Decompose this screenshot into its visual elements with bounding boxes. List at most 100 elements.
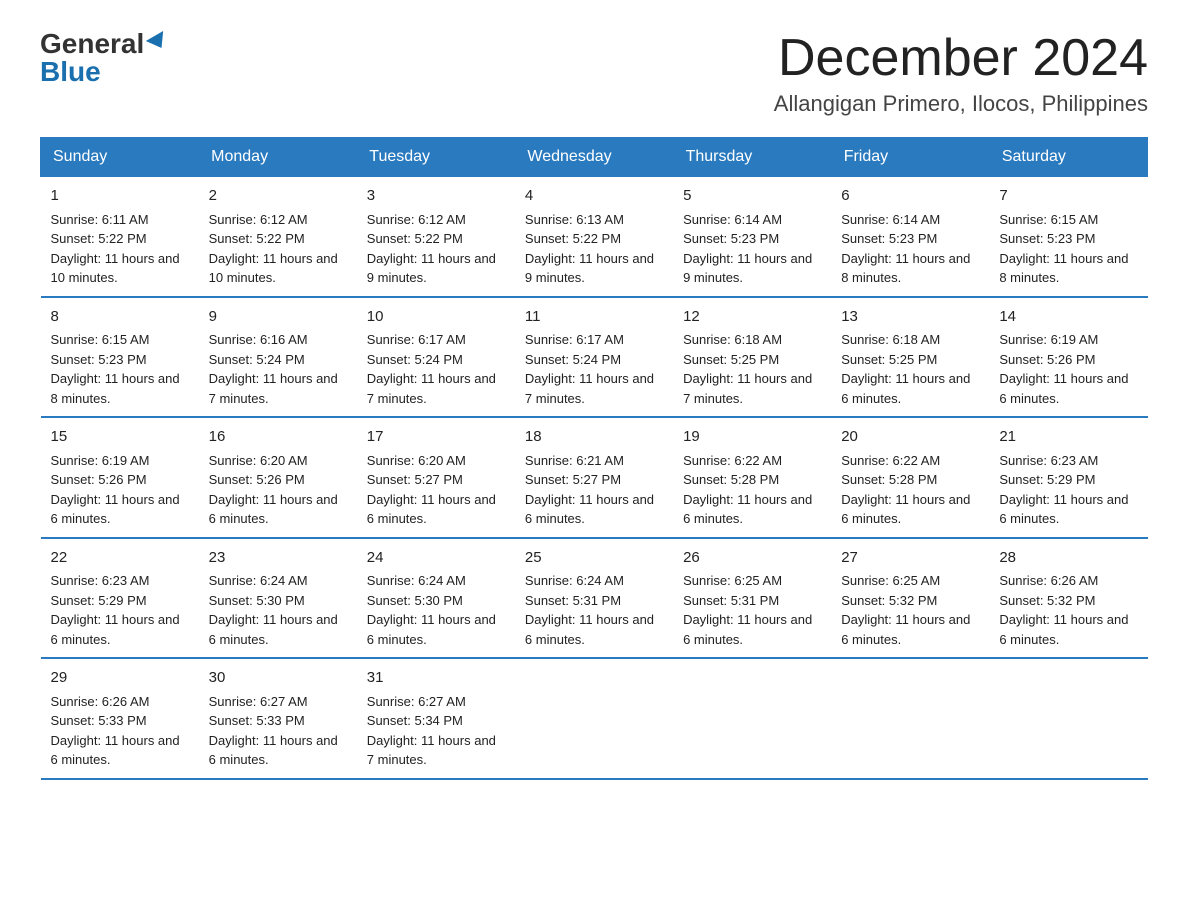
calendar-cell: 31 Sunrise: 6:27 AMSunset: 5:34 PMDayligh… [357, 658, 515, 779]
day-info: Sunrise: 6:16 AMSunset: 5:24 PMDaylight:… [209, 332, 338, 406]
calendar-cell: 19 Sunrise: 6:22 AMSunset: 5:28 PMDayligh… [673, 417, 831, 538]
calendar-cell: 22 Sunrise: 6:23 AMSunset: 5:29 PMDayligh… [41, 538, 199, 659]
calendar-cell: 11Sunrise: 6:17 AMSunset: 5:24 PMDayligh… [515, 297, 673, 418]
day-number: 22 [51, 547, 189, 570]
day-number: 26 [683, 547, 821, 570]
calendar-cell: 27 Sunrise: 6:25 AMSunset: 5:32 PMDayligh… [831, 538, 989, 659]
day-number: 8 [51, 306, 189, 329]
day-info: Sunrise: 6:26 AMSunset: 5:32 PMDaylight:… [999, 573, 1128, 647]
day-info: Sunrise: 6:25 AMSunset: 5:31 PMDaylight:… [683, 573, 812, 647]
day-info: Sunrise: 6:18 AMSunset: 5:25 PMDaylight:… [841, 332, 970, 406]
calendar-cell: 6Sunrise: 6:14 AMSunset: 5:23 PMDaylight… [831, 177, 989, 297]
calendar-cell: 15 Sunrise: 6:19 AMSunset: 5:26 PMDayligh… [41, 417, 199, 538]
day-number: 3 [367, 185, 505, 208]
calendar-cell: 29Sunrise: 6:26 AMSunset: 5:33 PMDayligh… [41, 658, 199, 779]
day-info: Sunrise: 6:20 AMSunset: 5:27 PMDaylight:… [367, 453, 496, 527]
calendar-cell: 4 Sunrise: 6:13 AMSunset: 5:22 PMDaylight… [515, 177, 673, 297]
title-block: December 2024 Allangigan Primero, Ilocos… [774, 30, 1148, 117]
calendar-cell: 25 Sunrise: 6:24 AMSunset: 5:31 PMDayligh… [515, 538, 673, 659]
day-info: Sunrise: 6:22 AMSunset: 5:28 PMDaylight:… [841, 453, 970, 527]
header-tuesday: Tuesday [357, 138, 515, 177]
day-info: Sunrise: 6:20 AMSunset: 5:26 PMDaylight:… [209, 453, 338, 527]
header-thursday: Thursday [673, 138, 831, 177]
calendar-cell: 28 Sunrise: 6:26 AMSunset: 5:32 PMDayligh… [989, 538, 1147, 659]
calendar-cell: 1 Sunrise: 6:11 AMSunset: 5:22 PMDaylight… [41, 177, 199, 297]
day-number: 18 [525, 426, 663, 449]
calendar-cell: 26 Sunrise: 6:25 AMSunset: 5:31 PMDayligh… [673, 538, 831, 659]
day-info: Sunrise: 6:13 AMSunset: 5:22 PMDaylight:… [525, 212, 654, 286]
logo-triangle-icon [146, 31, 170, 53]
day-number: 25 [525, 547, 663, 570]
day-number: 12 [683, 306, 821, 329]
day-number: 30 [209, 667, 347, 690]
calendar-cell: 30 Sunrise: 6:27 AMSunset: 5:33 PMDayligh… [199, 658, 357, 779]
calendar-week-row: 22 Sunrise: 6:23 AMSunset: 5:29 PMDayligh… [41, 538, 1148, 659]
day-info: Sunrise: 6:19 AMSunset: 5:26 PMDaylight:… [51, 453, 180, 527]
calendar-cell: 17 Sunrise: 6:20 AMSunset: 5:27 PMDayligh… [357, 417, 515, 538]
day-info: Sunrise: 6:25 AMSunset: 5:32 PMDaylight:… [841, 573, 970, 647]
day-number: 23 [209, 547, 347, 570]
day-info: Sunrise: 6:17 AMSunset: 5:24 PMDaylight:… [367, 332, 496, 406]
day-number: 2 [209, 185, 347, 208]
day-info: Sunrise: 6:27 AMSunset: 5:33 PMDaylight:… [209, 694, 338, 768]
day-number: 14 [999, 306, 1137, 329]
calendar-cell: 8 Sunrise: 6:15 AMSunset: 5:23 PMDaylight… [41, 297, 199, 418]
day-info: Sunrise: 6:21 AMSunset: 5:27 PMDaylight:… [525, 453, 654, 527]
day-info: Sunrise: 6:19 AMSunset: 5:26 PMDaylight:… [999, 332, 1128, 406]
location-subtitle: Allangigan Primero, Ilocos, Philippines [774, 91, 1148, 117]
header-friday: Friday [831, 138, 989, 177]
calendar-cell: 24 Sunrise: 6:24 AMSunset: 5:30 PMDayligh… [357, 538, 515, 659]
calendar-cell [515, 658, 673, 779]
day-number: 16 [209, 426, 347, 449]
day-number: 7 [999, 185, 1137, 208]
calendar-cell: 14 Sunrise: 6:19 AMSunset: 5:26 PMDayligh… [989, 297, 1147, 418]
logo: General Blue [40, 30, 168, 86]
day-info: Sunrise: 6:23 AMSunset: 5:29 PMDaylight:… [999, 453, 1128, 527]
calendar-cell: 3Sunrise: 6:12 AMSunset: 5:22 PMDaylight… [357, 177, 515, 297]
calendar-cell: 5Sunrise: 6:14 AMSunset: 5:23 PMDaylight… [673, 177, 831, 297]
day-info: Sunrise: 6:24 AMSunset: 5:30 PMDaylight:… [367, 573, 496, 647]
calendar-cell: 12 Sunrise: 6:18 AMSunset: 5:25 PMDayligh… [673, 297, 831, 418]
day-number: 21 [999, 426, 1137, 449]
day-number: 6 [841, 185, 979, 208]
calendar-cell: 13 Sunrise: 6:18 AMSunset: 5:25 PMDayligh… [831, 297, 989, 418]
calendar-cell: 18 Sunrise: 6:21 AMSunset: 5:27 PMDayligh… [515, 417, 673, 538]
calendar-cell [673, 658, 831, 779]
day-info: Sunrise: 6:26 AMSunset: 5:33 PMDaylight:… [51, 694, 180, 768]
header-wednesday: Wednesday [515, 138, 673, 177]
day-info: Sunrise: 6:15 AMSunset: 5:23 PMDaylight:… [51, 332, 180, 406]
day-number: 5 [683, 185, 821, 208]
day-number: 9 [209, 306, 347, 329]
calendar-cell: 20 Sunrise: 6:22 AMSunset: 5:28 PMDayligh… [831, 417, 989, 538]
header-sunday: Sunday [41, 138, 199, 177]
header-monday: Monday [199, 138, 357, 177]
day-info: Sunrise: 6:24 AMSunset: 5:31 PMDaylight:… [525, 573, 654, 647]
logo-general-text: General [40, 30, 144, 58]
day-info: Sunrise: 6:22 AMSunset: 5:28 PMDaylight:… [683, 453, 812, 527]
day-number: 31 [367, 667, 505, 690]
day-info: Sunrise: 6:23 AMSunset: 5:29 PMDaylight:… [51, 573, 180, 647]
day-info: Sunrise: 6:27 AMSunset: 5:34 PMDaylight:… [367, 694, 496, 768]
calendar-cell: 10Sunrise: 6:17 AMSunset: 5:24 PMDayligh… [357, 297, 515, 418]
calendar-week-row: 29Sunrise: 6:26 AMSunset: 5:33 PMDayligh… [41, 658, 1148, 779]
day-number: 27 [841, 547, 979, 570]
day-number: 19 [683, 426, 821, 449]
day-number: 1 [51, 185, 189, 208]
calendar-week-row: 15 Sunrise: 6:19 AMSunset: 5:26 PMDayligh… [41, 417, 1148, 538]
day-info: Sunrise: 6:12 AMSunset: 5:22 PMDaylight:… [209, 212, 338, 286]
calendar-cell: 2 Sunrise: 6:12 AMSunset: 5:22 PMDaylight… [199, 177, 357, 297]
day-info: Sunrise: 6:11 AMSunset: 5:22 PMDaylight:… [51, 212, 180, 286]
day-number: 11 [525, 306, 663, 329]
day-info: Sunrise: 6:24 AMSunset: 5:30 PMDaylight:… [209, 573, 338, 647]
calendar-cell: 9 Sunrise: 6:16 AMSunset: 5:24 PMDaylight… [199, 297, 357, 418]
day-number: 17 [367, 426, 505, 449]
day-number: 20 [841, 426, 979, 449]
day-number: 15 [51, 426, 189, 449]
day-number: 28 [999, 547, 1137, 570]
day-number: 13 [841, 306, 979, 329]
calendar-week-row: 8 Sunrise: 6:15 AMSunset: 5:23 PMDaylight… [41, 297, 1148, 418]
calendar-cell: 23 Sunrise: 6:24 AMSunset: 5:30 PMDayligh… [199, 538, 357, 659]
day-info: Sunrise: 6:18 AMSunset: 5:25 PMDaylight:… [683, 332, 812, 406]
day-number: 4 [525, 185, 663, 208]
day-number: 24 [367, 547, 505, 570]
